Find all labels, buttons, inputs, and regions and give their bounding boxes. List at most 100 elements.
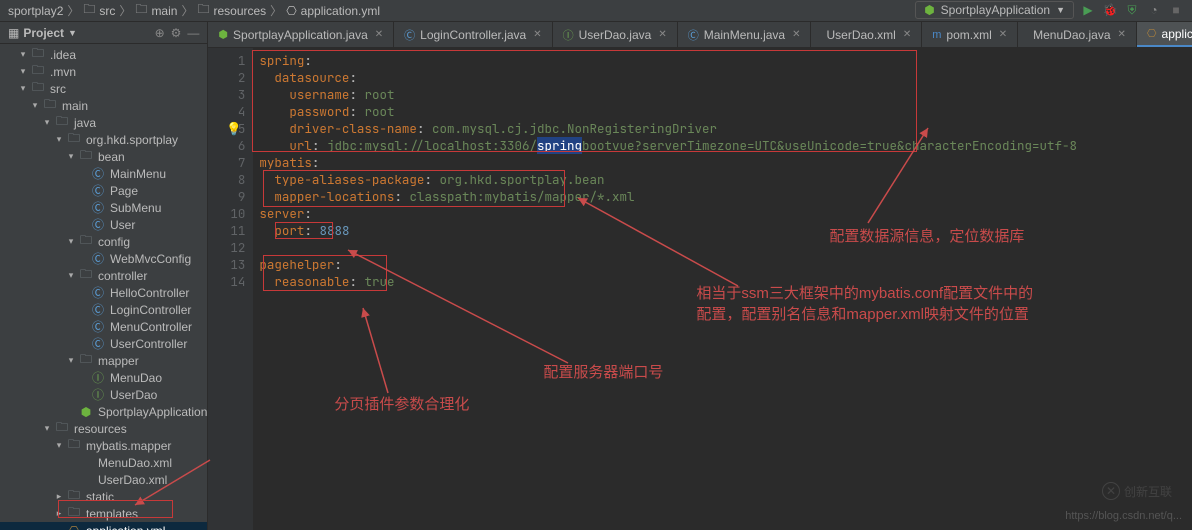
tree-item[interactable]: ⒸHelloController	[0, 284, 207, 301]
tree-item[interactable]: ▸🗀templates	[0, 505, 207, 522]
chevron-icon: ▾	[66, 270, 76, 281]
tree-item[interactable]: ▾🗀mybatis.mapper	[0, 437, 207, 454]
run-configuration-dropdown[interactable]: ⬢ SportplayApplication ▼	[915, 1, 1074, 19]
tree-item[interactable]: UserDao.xml	[0, 471, 207, 488]
tree-item[interactable]: ⒾMenuDao	[0, 369, 207, 386]
editor-tab[interactable]: ⎔application.yml✕	[1137, 22, 1192, 47]
tree-item[interactable]: ▾🗀resources	[0, 420, 207, 437]
project-tree[interactable]: ▾🗀.idea▾🗀.mvn▾🗀src▾🗀main▾🗀java▾🗀org.hkd.…	[0, 44, 207, 530]
tree-item[interactable]: ▾🗀mapper	[0, 352, 207, 369]
tree-item[interactable]: ⒸUser	[0, 216, 207, 233]
close-icon[interactable]: ✕	[999, 29, 1007, 40]
editor-tab[interactable]: MenuDao.java✕	[1018, 22, 1137, 47]
breadcrumb-item[interactable]: resources	[213, 4, 266, 18]
chevron-icon: ▸	[54, 508, 64, 519]
code-line[interactable]: username: root	[259, 86, 1192, 103]
tab-label: UserDao.java	[579, 28, 652, 42]
code-line[interactable]: reasonable: true	[259, 273, 1192, 290]
bulb-icon[interactable]: 💡	[226, 120, 242, 137]
tree-item[interactable]: ⒸMainMenu	[0, 165, 207, 182]
breadcrumb-item[interactable]: application.yml	[301, 4, 380, 18]
code-line[interactable]	[259, 239, 1192, 256]
tree-item-label: .idea	[50, 48, 76, 62]
tree-item[interactable]: ⬢SportplayApplication	[0, 403, 207, 420]
close-icon[interactable]: ✕	[792, 29, 800, 40]
code-line[interactable]: driver-class-name: com.mysql.cj.jdbc.Non…	[259, 120, 1192, 137]
tree-item[interactable]: ▾🗀main	[0, 97, 207, 114]
editor-tab[interactable]: ⬢SportplayApplication.java✕	[208, 22, 394, 47]
breadcrumb-item[interactable]: sportplay2	[8, 4, 63, 18]
editor-tab[interactable]: ⒸLoginController.java✕	[394, 22, 552, 47]
editor-tab[interactable]: ⒾUserDao.java✕	[553, 22, 678, 47]
folder-icon: 🗀	[66, 503, 82, 524]
class-icon: Ⓒ	[90, 284, 106, 301]
code-line[interactable]: server:	[259, 205, 1192, 222]
chevron-icon: ▾	[18, 83, 28, 94]
tree-item[interactable]: ▾🗀config	[0, 233, 207, 250]
folder-icon: 🗀	[83, 0, 95, 21]
tree-item[interactable]: ⒸLoginController	[0, 301, 207, 318]
settings-icon[interactable]: ⚙	[171, 26, 182, 40]
tree-item-label: MenuDao.xml	[98, 456, 172, 470]
chevron-icon: ▾	[66, 151, 76, 162]
code-line[interactable]: type-aliases-package: org.hkd.sportplay.…	[259, 171, 1192, 188]
code-line[interactable]: port: 8888	[259, 222, 1192, 239]
breadcrumb-item[interactable]: src	[99, 4, 115, 18]
code-line[interactable]: password: root	[259, 103, 1192, 120]
tree-item[interactable]: ▸🗀static	[0, 488, 207, 505]
class-icon: Ⓒ	[90, 318, 106, 335]
tree-item-label: WebMvcConfig	[110, 252, 191, 266]
tree-item[interactable]: ⒸPage	[0, 182, 207, 199]
editor-tab[interactable]: UserDao.xml ✕	[811, 22, 922, 47]
code-content[interactable]: spring: datasource: username: root passw…	[253, 48, 1192, 530]
tree-item[interactable]: ▾🗀bean	[0, 148, 207, 165]
stop-button[interactable]: ■	[1168, 2, 1184, 18]
close-icon[interactable]: ✕	[658, 29, 666, 40]
debug-button[interactable]: 🐞	[1102, 2, 1118, 18]
tree-item[interactable]: ⒸWebMvcConfig	[0, 250, 207, 267]
tree-item-label: config	[98, 235, 130, 249]
run-button[interactable]: ▶	[1080, 2, 1096, 18]
code-editor[interactable]: 1234💡567891011121314 spring: datasource:…	[208, 48, 1192, 530]
code-line[interactable]: pagehelper:	[259, 256, 1192, 273]
close-icon[interactable]: ✕	[375, 29, 383, 40]
code-line[interactable]: mybatis:	[259, 154, 1192, 171]
tree-item[interactable]: ▾🗀src	[0, 80, 207, 97]
code-line[interactable]: mapper-locations: classpath:mybatis/mapp…	[259, 188, 1192, 205]
tree-item[interactable]: ⒸMenuController	[0, 318, 207, 335]
tree-item[interactable]: ▾🗀java	[0, 114, 207, 131]
code-line[interactable]: datasource:	[259, 69, 1192, 86]
editor-tabs[interactable]: ⬢SportplayApplication.java✕ⒸLoginControl…	[208, 22, 1192, 48]
close-icon[interactable]: ✕	[1118, 29, 1126, 40]
chevron-icon: ▾	[54, 134, 64, 145]
tree-item[interactable]: ▾🗀controller	[0, 267, 207, 284]
editor-tab[interactable]: mpom.xml✕	[922, 22, 1018, 47]
close-icon[interactable]: ✕	[903, 29, 911, 40]
tree-item[interactable]: MenuDao.xml	[0, 454, 207, 471]
chevron-down-icon: ▼	[1056, 5, 1065, 15]
yml-icon: ⎔	[286, 4, 296, 18]
project-panel-header[interactable]: ▦ Project ▼ ⊕ ⚙ —	[0, 22, 207, 44]
hide-icon[interactable]: —	[187, 26, 199, 40]
close-icon[interactable]: ✕	[533, 29, 541, 40]
tree-item[interactable]: ▾🗀org.hkd.sportplay	[0, 131, 207, 148]
coverage-button[interactable]: ⛨	[1124, 2, 1140, 18]
breadcrumb-item[interactable]: main	[151, 4, 177, 18]
profile-button[interactable]: ◔	[1146, 2, 1162, 18]
tree-item-label: UserController	[110, 337, 187, 351]
tree-item[interactable]: ⎔application.yml	[0, 522, 207, 530]
code-line[interactable]: url: jdbc:mysql://localhost:3306/springb…	[259, 137, 1192, 154]
folder-icon: 🗀	[66, 435, 82, 456]
tree-item[interactable]: ⒸUserController	[0, 335, 207, 352]
editor-tab[interactable]: ⒸMainMenu.java✕	[678, 22, 812, 47]
tree-item[interactable]: ⒾUserDao	[0, 386, 207, 403]
code-line[interactable]: spring:	[259, 52, 1192, 69]
chevron-icon: ▾	[18, 66, 28, 77]
class-icon: Ⓒ	[90, 199, 106, 216]
tree-item-label: controller	[98, 269, 147, 283]
collapse-icon[interactable]: ⊕	[155, 26, 165, 40]
watermark-url: https://blog.csdn.net/q...	[1065, 510, 1182, 522]
project-panel-title: Project	[23, 26, 64, 40]
tab-label: UserDao.xml	[826, 28, 895, 42]
tree-item[interactable]: ⒸSubMenu	[0, 199, 207, 216]
